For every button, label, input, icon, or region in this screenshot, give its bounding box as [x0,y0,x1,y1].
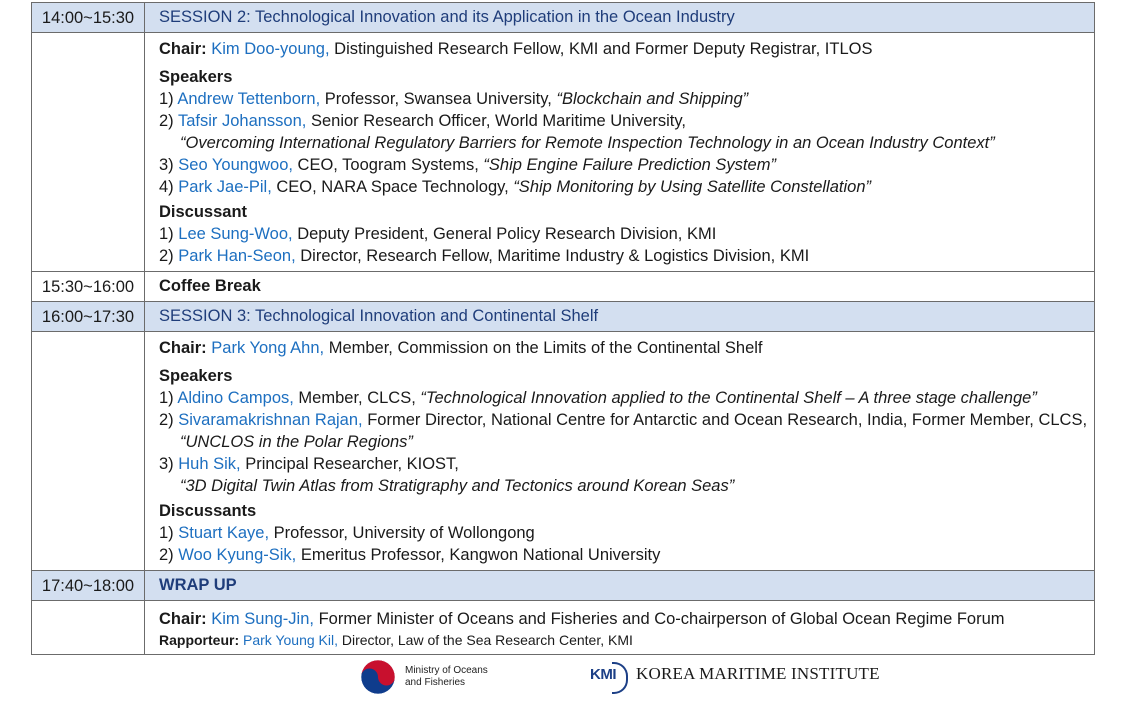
footer-logos: Ministry of Oceans and Fisheries KMI KOR… [0,658,1127,702]
session2-speaker-3: 3) Seo Youngwoo, CEO, Toogram Systems, “… [159,156,776,174]
wrapup-time-blank [31,600,145,655]
coffee-title: Coffee Break [144,271,1095,302]
session2-title: SESSION 2: Technological Innovation and … [144,2,1095,33]
session3-speaker-2-title: “UNCLOS in the Polar Regions” [180,433,413,451]
session2-chair: Chair: Kim Doo-young, Distinguished Rese… [159,40,873,58]
session3-content: Chair: Park Yong Ahn, Member, Commission… [144,331,1095,571]
wrapup-chair: Chair: Kim Sung-Jin, Former Minister of … [159,610,1005,628]
session2-content: Chair: Kim Doo-young, Distinguished Rese… [144,32,1095,272]
session3-speaker-2: 2) Sivaramakrishnan Rajan, Former Direct… [159,411,1088,429]
session3-time-blank [31,331,145,571]
session2-speakers-heading: Speakers [159,68,233,86]
session3-time: 16:00~17:30 [31,301,145,332]
taegeuk-emblem-icon [360,659,396,695]
session3-title: SESSION 3: Technological Innovation and … [144,301,1095,332]
program-table: 14:00~15:30 SESSION 2: Technological Inn… [31,2,1095,655]
wrapup-header-row: 17:40~18:00 WRAP UP [31,570,1095,601]
session3-chair: Chair: Park Yong Ahn, Member, Commission… [159,339,763,357]
session3-discussant-1: 1) Stuart Kaye, Professor, University of… [159,524,535,542]
session2-discussant-1: 1) Lee Sung-Woo, Deputy President, Gener… [159,225,717,243]
wrapup-time: 17:40~18:00 [31,570,145,601]
session2-speaker-2: 2) Tafsir Johansson, Senior Research Off… [159,112,686,130]
coffee-time: 15:30~16:00 [31,271,145,302]
kmi-badge: KMI [590,661,628,694]
kmi-name: KOREA MARITIME INSTITUTE [636,664,880,683]
session3-discussants-heading: Discussants [159,502,257,520]
coffee-break-row: 15:30~16:00 Coffee Break [31,271,1095,302]
session3-discussant-2: 2) Woo Kyung-Sik, Emeritus Professor, Ka… [159,546,661,564]
session2-speaker-1: 1) Andrew Tettenborn, Professor, Swansea… [159,90,749,108]
session2-discussant-2: 2) Park Han-Seon, Director, Research Fel… [159,247,810,265]
wrapup-rapporteur: Rapporteur: Park Young Kil, Director, La… [159,632,633,648]
session3-speaker-3: 3) Huh Sik, Principal Researcher, KIOST, [159,455,459,473]
session2-header-row: 14:00~15:30 SESSION 2: Technological Inn… [31,2,1095,33]
session2-time: 14:00~15:30 [31,2,145,33]
session3-speakers-heading: Speakers [159,367,233,385]
session3-content-row: Chair: Park Yong Ahn, Member, Commission… [31,331,1095,571]
kmi-logo: KMI KOREA MARITIME INSTITUTE [590,661,880,694]
session3-header-row: 16:00~17:30 SESSION 3: Technological Inn… [31,301,1095,332]
session3-speaker-3-title: “3D Digital Twin Atlas from Stratigraphy… [180,477,735,495]
session2-time-blank [31,32,145,272]
wrapup-title: WRAP UP [144,570,1095,601]
wrapup-content-row: Chair: Kim Sung-Jin, Former Minister of … [31,600,1095,655]
mof-logo: Ministry of Oceans and Fisheries [360,659,488,695]
mof-text: Ministry of Oceans and Fisheries [405,665,488,688]
session2-content-row: Chair: Kim Doo-young, Distinguished Rese… [31,32,1095,272]
session2-speaker-4: 4) Park Jae-Pil, CEO, NARA Space Technol… [159,178,871,196]
session2-speaker-2-title: “Overcoming International Regulatory Bar… [180,134,995,152]
session3-speaker-1: 1) Aldino Campos, Member, CLCS, “Technol… [159,389,1037,407]
wrapup-content: Chair: Kim Sung-Jin, Former Minister of … [144,600,1095,655]
session2-discussant-heading: Discussant [159,203,248,221]
